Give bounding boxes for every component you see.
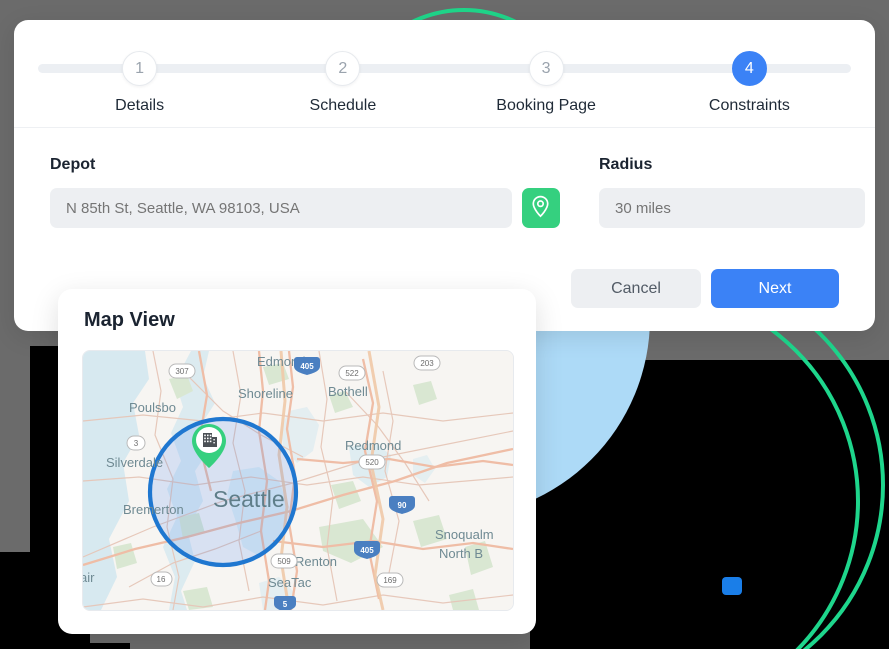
radius-input[interactable] (599, 188, 865, 228)
cancel-button[interactable]: Cancel (571, 269, 701, 308)
svg-text:16: 16 (157, 575, 166, 584)
background-panel-left (0, 346, 30, 552)
svg-text:Bremerton: Bremerton (123, 502, 184, 517)
map-canvas[interactable]: Edmonds Shoreline Bothell Poulsbo Silver… (82, 350, 514, 611)
shield-307: 307 (168, 363, 196, 379)
shield-3: 3 (126, 435, 146, 451)
svg-text:Bothell: Bothell (328, 384, 368, 399)
svg-text:520: 520 (365, 458, 379, 467)
svg-text:Redmond: Redmond (345, 438, 401, 453)
svg-text:Shoreline: Shoreline (238, 386, 293, 401)
step-number-badge: 3 (528, 51, 564, 86)
decorative-blue-square-dot (722, 577, 742, 595)
svg-text:Renton: Renton (295, 554, 337, 569)
step-number-badge: 1 (122, 51, 158, 86)
next-button[interactable]: Next (711, 269, 839, 308)
shield-520: 520 (358, 454, 386, 470)
step-constraints[interactable]: 4 Constraints (648, 20, 851, 115)
step-label: Constraints (708, 97, 790, 114)
step-number-badge: 4 (731, 51, 767, 86)
map-pin-icon (531, 195, 550, 221)
step-booking-page[interactable]: 3 Booking Page (445, 20, 648, 115)
wizard-stepper: 1 Details 2 Schedule 3 Booking Page 4 Co… (14, 20, 875, 128)
map-graphic: Edmonds Shoreline Bothell Poulsbo Silver… (83, 351, 513, 610)
svg-text:Silverdale: Silverdale (106, 455, 163, 470)
shield-5: 5 (274, 596, 296, 610)
shield-522: 522 (338, 365, 366, 381)
svg-text:405: 405 (360, 546, 374, 555)
svg-text:509: 509 (277, 557, 291, 566)
shield-16: 16 (150, 571, 173, 587)
step-label: Schedule (309, 97, 377, 114)
svg-text:Seattle: Seattle (213, 486, 285, 512)
svg-text:SeaTac: SeaTac (268, 575, 312, 590)
svg-text:522: 522 (345, 369, 359, 378)
svg-text:169: 169 (383, 576, 397, 585)
shield-203: 203 (413, 355, 441, 371)
svg-text:203: 203 (420, 359, 434, 368)
radius-label: Radius (599, 156, 653, 173)
depot-field-group: Depot (50, 156, 560, 228)
booking-wizard-card: 1 Details 2 Schedule 3 Booking Page 4 Co… (14, 20, 875, 331)
svg-text:3: 3 (134, 439, 139, 448)
svg-text:5: 5 (283, 600, 288, 609)
step-number-badge: 2 (325, 51, 361, 86)
step-label: Details (115, 97, 165, 114)
step-label: Booking Page (496, 97, 596, 114)
constraints-form: Depot Radius (14, 128, 875, 228)
depot-label: Depot (50, 156, 96, 173)
map-view-title: Map View (84, 309, 175, 331)
svg-text:air: air (83, 570, 95, 585)
depot-locate-button[interactable] (521, 188, 560, 228)
map-view-card: Map View Edmonds Shoreline Bothell Pouls… (58, 289, 536, 634)
radius-field-group: Radius (599, 156, 865, 228)
step-details[interactable]: 1 Details (38, 20, 241, 115)
svg-text:405: 405 (300, 362, 314, 371)
svg-text:North B: North B (439, 546, 483, 561)
svg-text:Poulsbo: Poulsbo (129, 400, 176, 415)
svg-text:Snoqualm: Snoqualm (435, 527, 494, 542)
shield-509: 509 (270, 553, 298, 569)
depot-input[interactable] (50, 188, 512, 228)
svg-text:90: 90 (398, 501, 407, 510)
wizard-actions: Cancel Next (571, 269, 839, 308)
svg-text:307: 307 (175, 367, 189, 376)
shield-169: 169 (376, 572, 404, 588)
step-schedule[interactable]: 2 Schedule (241, 20, 444, 115)
